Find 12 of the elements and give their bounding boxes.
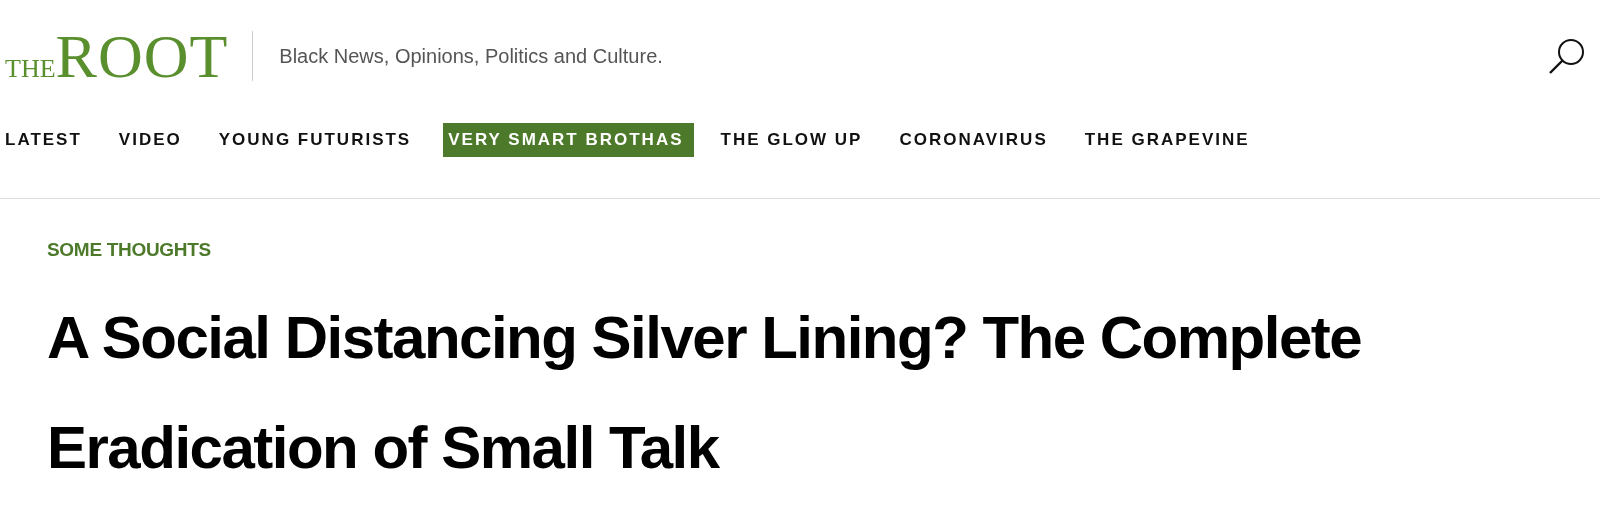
logo[interactable]: THEROOT bbox=[5, 25, 229, 87]
search-icon[interactable] bbox=[1548, 37, 1586, 75]
nav-link[interactable]: VERY SMART BROTHAS bbox=[443, 123, 694, 157]
nav-link[interactable]: LATEST bbox=[0, 123, 92, 157]
article-headline: A Social Distancing Silver Lining? The Complete Eradication of Small Talk bbox=[47, 303, 1363, 483]
nav-link[interactable]: CORONAVIRUS bbox=[894, 123, 1058, 157]
category-label[interactable]: SOME THOUGHTS bbox=[47, 239, 1600, 261]
tagline: Black News, Opinions, Politics and Culture. bbox=[279, 44, 664, 68]
nav-link[interactable]: THE GLOW UP bbox=[715, 123, 873, 157]
nav-link[interactable]: YOUNG FUTURISTS bbox=[213, 123, 422, 157]
nav-link[interactable]: THE GRAPEVINE bbox=[1079, 123, 1260, 157]
nav-link[interactable]: VIDEO bbox=[113, 123, 192, 157]
